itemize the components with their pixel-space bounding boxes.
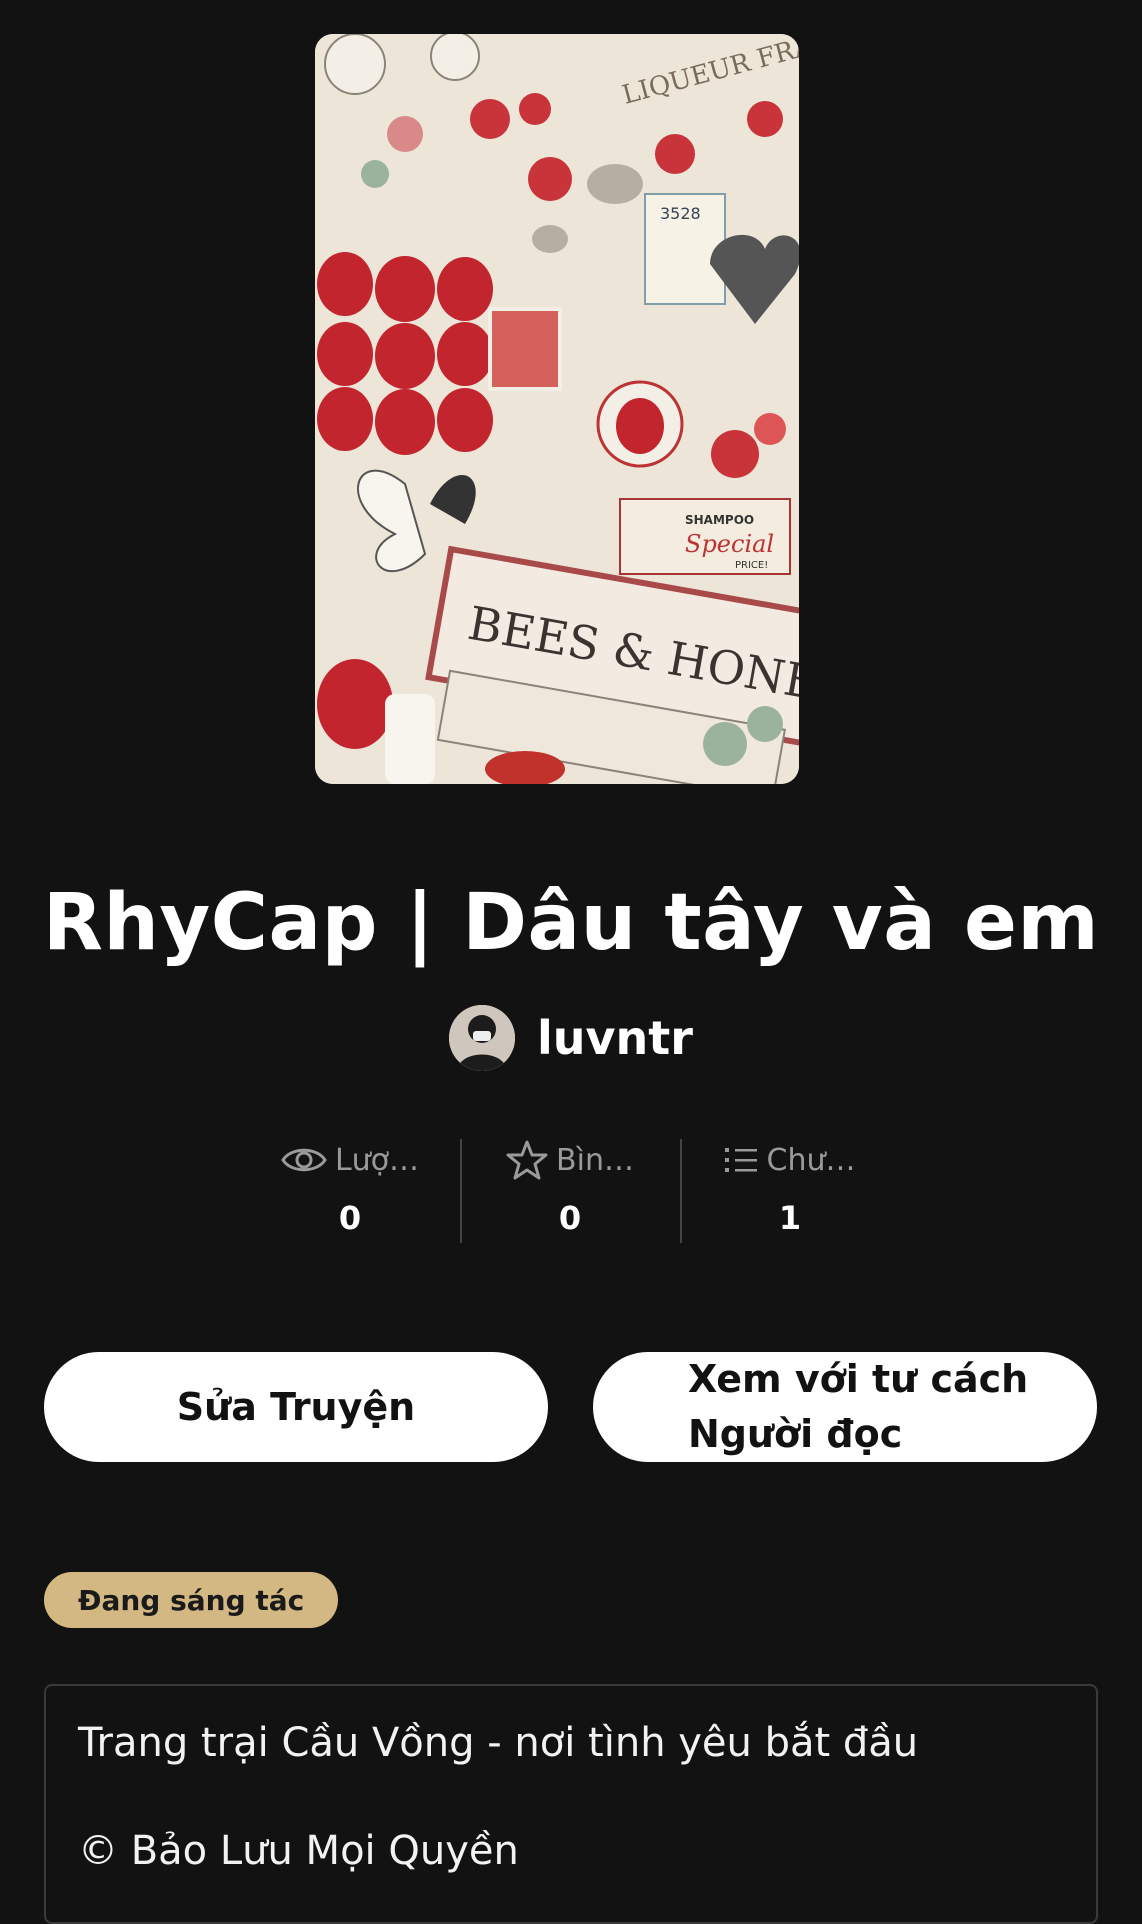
author-row[interactable]: luvntr	[0, 1005, 1142, 1071]
view-as-reader-line2: Người đọc	[688, 1412, 903, 1456]
stat-label: Lượ…	[334, 1142, 420, 1178]
star-icon	[506, 1140, 548, 1180]
author-name[interactable]: luvntr	[537, 1011, 693, 1065]
cover-number-text: 3528	[660, 204, 701, 223]
edit-story-button[interactable]: Sửa Truyện	[44, 1352, 548, 1462]
stat-value: 0	[558, 1199, 582, 1237]
story-description: Trang trại Cầu Vồng - nơi tình yêu bắt đ…	[44, 1684, 1098, 1924]
stat-reads: Lượ… 0	[240, 1135, 460, 1245]
stat-parts: Chư… 1	[680, 1135, 900, 1245]
view-as-reader-line1: Xem với tư cách	[688, 1356, 1029, 1401]
avatar[interactable]	[449, 1005, 516, 1071]
description-line: Trang trại Cầu Vồng - nơi tình yêu bắt đ…	[78, 1720, 919, 1766]
view-as-reader-button[interactable]: Xem với tư cách Người đọc	[593, 1352, 1097, 1462]
cover-special-text: Special	[685, 530, 774, 558]
cover-shampoo-text: SHAMPOO	[685, 513, 754, 527]
status-badge: Đang sáng tác	[44, 1572, 339, 1628]
stat-value: 0	[338, 1199, 362, 1237]
stat-label: Chư…	[766, 1142, 856, 1178]
copyright-line: © Bảo Lưu Mọi Quyền	[78, 1828, 519, 1874]
stat-label: Bìn…	[556, 1142, 634, 1178]
stat-value: 1	[778, 1199, 802, 1237]
eye-icon	[281, 1145, 327, 1175]
story-title: RhyCap | Dâu tây và em	[42, 878, 1100, 968]
story-stats: Lượ… 0 Bìn… 0 Chư… 1	[240, 1135, 900, 1245]
stat-votes: Bìn… 0	[460, 1135, 680, 1245]
list-icon	[724, 1145, 759, 1175]
cover-price-text: PRICE!	[735, 560, 768, 571]
story-cover-image: LIQUEUR FRAISE 3528 SHAMPOO Special PRIC…	[315, 34, 799, 784]
